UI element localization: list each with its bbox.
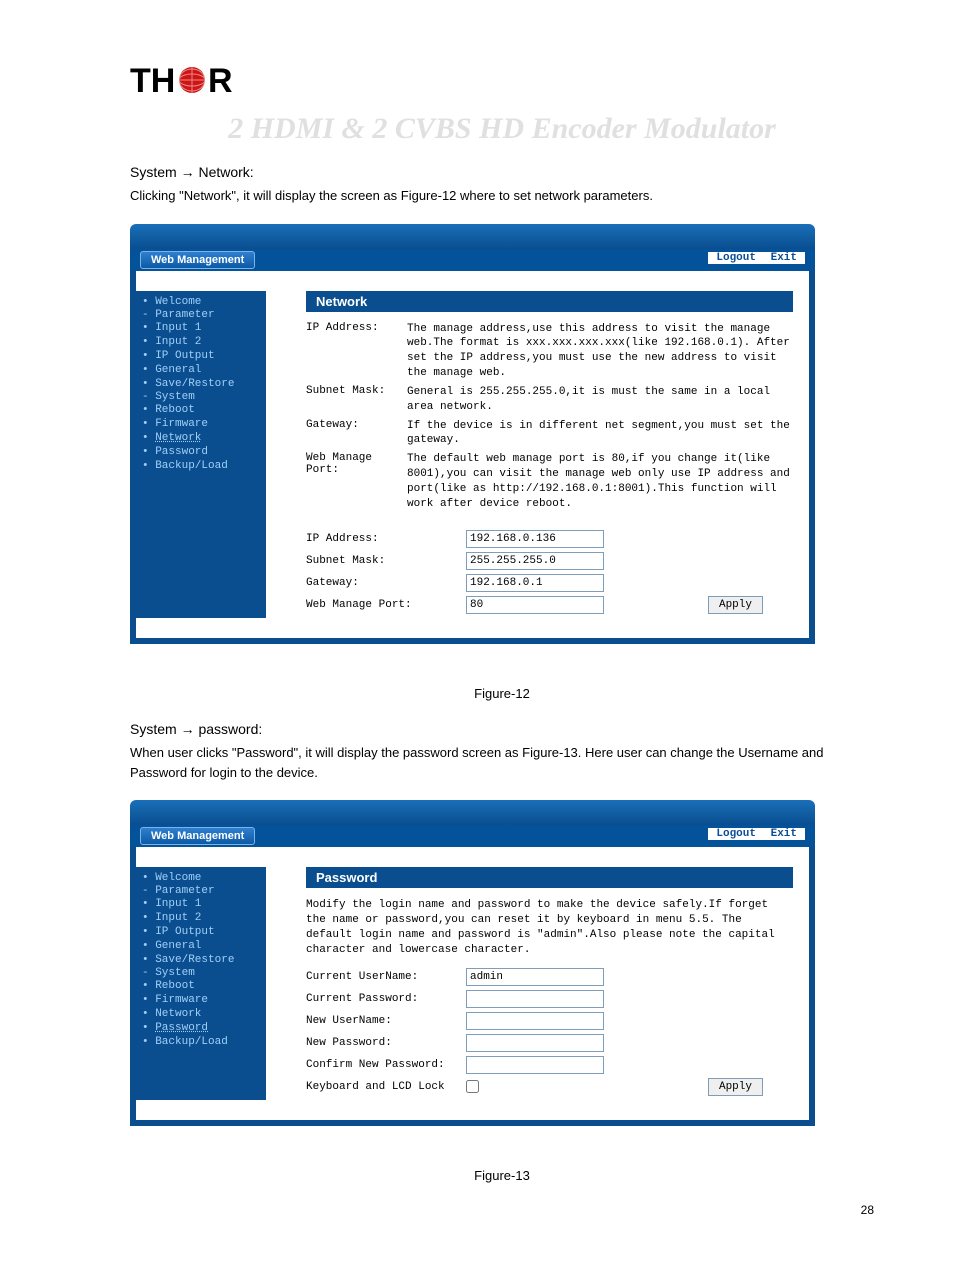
doc-title: 2 HDMI & 2 CVBS HD Encoder Modulator: [130, 112, 874, 146]
sidebar-item-input2[interactable]: Input 2: [142, 911, 260, 925]
content-network: Network IP Address: The manage address,u…: [266, 291, 793, 618]
subnet-mask-field[interactable]: [466, 552, 604, 570]
label-subnet-mask: Subnet Mask:: [306, 385, 407, 397]
keyboard-lcd-lock-checkbox[interactable]: [466, 1080, 479, 1093]
web-management-badge: Web Management: [140, 251, 255, 269]
sidebar-item-general[interactable]: General: [142, 363, 260, 377]
form-label-ip: IP Address:: [306, 533, 466, 545]
desc-subnet-mask: General is 255.255.255.0,it is must the …: [407, 385, 793, 415]
password-heading: System → password:: [130, 721, 874, 737]
ip-address-field[interactable]: [466, 530, 604, 548]
page-number: 28: [130, 1203, 874, 1217]
sidebar-item-input2[interactable]: Input 2: [142, 335, 260, 349]
sidebar: Welcome Parameter Input 1 Input 2 IP Out…: [136, 291, 266, 618]
form-label-new-user: New UserName:: [306, 1015, 466, 1027]
form-label-current-user: Current UserName:: [306, 971, 466, 983]
form-label-port: Web Manage Port:: [306, 599, 466, 611]
form-label-mask: Subnet Mask:: [306, 555, 466, 567]
sidebar-item-network[interactable]: Network: [142, 431, 260, 445]
web-management-badge: Web Management: [140, 827, 255, 845]
exit-link[interactable]: Exit: [767, 828, 801, 840]
sidebar-item-backup-load[interactable]: Backup/Load: [142, 459, 260, 473]
desc-ip-address: The manage address,use this address to v…: [407, 322, 793, 381]
sidebar-item-reboot[interactable]: Reboot: [142, 979, 260, 993]
sidebar-item-save-restore[interactable]: Save/Restore: [142, 377, 260, 391]
sidebar-item-backup-load[interactable]: Backup/Load: [142, 1035, 260, 1049]
logo: TH R: [130, 60, 874, 102]
sidebar-item-firmware[interactable]: Firmware: [142, 993, 260, 1007]
sidebar-group-system: System: [142, 391, 260, 403]
network-heading: System → Network:: [130, 164, 874, 180]
label-port: Web Manage Port:: [306, 452, 407, 476]
new-password-field[interactable]: [466, 1034, 604, 1052]
password-desc: Modify the login name and password to ma…: [306, 898, 793, 957]
current-username-field[interactable]: [466, 968, 604, 986]
sidebar-item-reboot[interactable]: Reboot: [142, 403, 260, 417]
form-label-confirm-pw: Confirm New Password:: [306, 1059, 466, 1071]
label-ip-address: IP Address:: [306, 322, 407, 334]
sidebar-group-parameter: Parameter: [142, 885, 260, 897]
sidebar-item-ip-output[interactable]: IP Output: [142, 349, 260, 363]
sidebar-item-welcome[interactable]: Welcome: [142, 295, 260, 309]
sidebar-item-save-restore[interactable]: Save/Restore: [142, 953, 260, 967]
sidebar-item-network[interactable]: Network: [142, 1007, 260, 1021]
web-port-field[interactable]: [466, 596, 604, 614]
content-password: Password Modify the login name and passw…: [266, 867, 793, 1099]
desc-port: The default web manage port is 80,if you…: [407, 452, 793, 511]
sidebar-group-parameter: Parameter: [142, 309, 260, 321]
sidebar-item-ip-output[interactable]: IP Output: [142, 925, 260, 939]
form-label-lock: Keyboard and LCD Lock: [306, 1081, 466, 1093]
figure13-caption: Figure-13: [130, 1166, 874, 1186]
form-label-new-pw: New Password:: [306, 1037, 466, 1049]
form-label-gateway: Gateway:: [306, 577, 466, 589]
web-panel-network: Web Management Logout Exit Welcome Param…: [130, 224, 815, 644]
network-intro: Clicking "Network", it will display the …: [130, 186, 874, 206]
password-intro: When user clicks "Password", it will dis…: [130, 743, 874, 782]
sidebar-item-input1[interactable]: Input 1: [142, 321, 260, 335]
current-password-field[interactable]: [466, 990, 604, 1008]
svg-text:R: R: [208, 62, 233, 100]
section-title-network: Network: [306, 291, 793, 312]
sidebar-item-welcome[interactable]: Welcome: [142, 871, 260, 885]
label-gateway: Gateway:: [306, 419, 407, 431]
sidebar-item-input1[interactable]: Input 1: [142, 897, 260, 911]
figure12-caption: Figure-12: [130, 684, 874, 704]
form-label-current-pw: Current Password:: [306, 993, 466, 1005]
desc-gateway: If the device is in different net segmen…: [407, 419, 793, 449]
sidebar-item-password[interactable]: Password: [142, 445, 260, 459]
apply-button[interactable]: Apply: [708, 596, 763, 614]
section-title-password: Password: [306, 867, 793, 888]
sidebar: Welcome Parameter Input 1 Input 2 IP Out…: [136, 867, 266, 1099]
exit-link[interactable]: Exit: [767, 252, 801, 264]
sidebar-item-firmware[interactable]: Firmware: [142, 417, 260, 431]
svg-text:TH: TH: [130, 62, 175, 100]
web-panel-password: Web Management Logout Exit Welcome Param…: [130, 800, 815, 1125]
confirm-password-field[interactable]: [466, 1056, 604, 1074]
new-username-field[interactable]: [466, 1012, 604, 1030]
gateway-field[interactable]: [466, 574, 604, 592]
logout-link[interactable]: Logout: [712, 828, 760, 840]
apply-button[interactable]: Apply: [708, 1078, 763, 1096]
sidebar-item-general[interactable]: General: [142, 939, 260, 953]
logout-link[interactable]: Logout: [712, 252, 760, 264]
sidebar-item-password[interactable]: Password: [142, 1021, 260, 1035]
sidebar-group-system: System: [142, 967, 260, 979]
